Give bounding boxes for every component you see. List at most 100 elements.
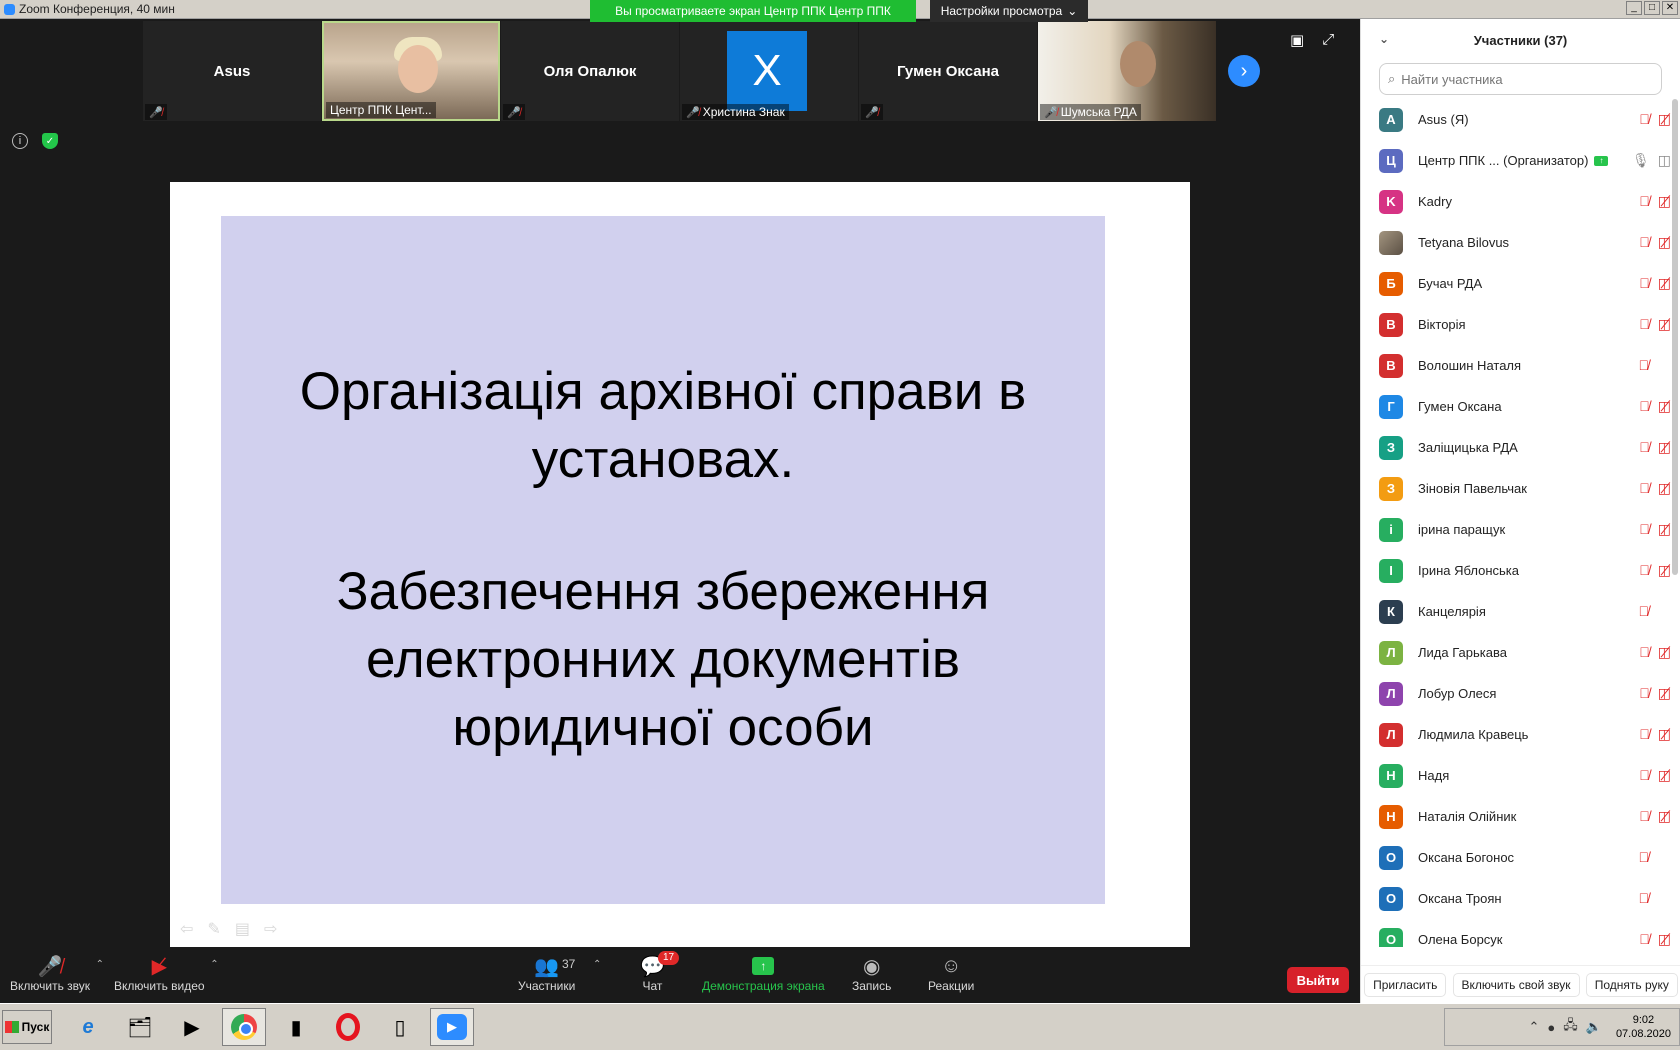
participant-status: 🎙̸ ◫̸: [1639, 685, 1671, 702]
raise-hand-button[interactable]: Поднять руку: [1585, 972, 1678, 997]
opera-icon[interactable]: [326, 1008, 370, 1046]
security-shield-icon[interactable]: ✓: [42, 133, 58, 149]
participant-row[interactable]: О Олена Борсук 🎙̸ ◫̸: [1361, 919, 1673, 947]
participant-row[interactable]: Н Наталія Олійник 🎙̸ ◫̸: [1361, 796, 1673, 837]
meeting-toolbar: 🎤̸ Включить звук ⌃ ▶̸ Включить видео ⌃ 👥…: [0, 947, 1360, 1003]
prev-slide-icon[interactable]: ⇦: [180, 919, 193, 939]
zoom-taskbar-icon[interactable]: ▶: [430, 1008, 474, 1046]
fullscreen-icon[interactable]: ⤢: [1322, 31, 1334, 49]
chat-button[interactable]: 💬 17 Чат: [640, 951, 680, 993]
maximize-button[interactable]: □: [1644, 1, 1660, 15]
participant-row[interactable]: Л Лида Гарькава 🎙̸ ◫̸: [1361, 632, 1673, 673]
collapse-panel-icon[interactable]: ⌄: [1379, 32, 1389, 46]
participant-row[interactable]: О Оксана Богонос 🎙̸: [1361, 837, 1673, 878]
network-icon[interactable]: 🖧: [1563, 1016, 1578, 1038]
mic-muted-icon: 🎙̸: [1638, 890, 1650, 906]
clock[interactable]: 9:02 07.08.2020: [1616, 1013, 1671, 1041]
participant-row[interactable]: Л Людмила Кравець 🎙̸ ◫̸: [1361, 714, 1673, 755]
status-spacer: [1657, 603, 1671, 619]
leave-button[interactable]: Выйти: [1287, 967, 1349, 993]
mic-muted-icon: 🎙̸: [1639, 808, 1650, 824]
search-input[interactable]: [1401, 71, 1661, 87]
file-explorer-icon[interactable]: 🗂: [118, 1008, 162, 1046]
next-page-button[interactable]: ›: [1228, 55, 1260, 87]
avatar: В: [1379, 312, 1403, 337]
participant-row[interactable]: О Оксана Троян 🎙̸: [1361, 878, 1673, 919]
avatar: І: [1379, 558, 1403, 583]
view-settings-label: Настройки просмотра: [940, 4, 1063, 18]
participant-row[interactable]: і ірина паращук 🎙̸ ◫̸: [1361, 509, 1673, 550]
camera-icon: ◫: [1657, 152, 1671, 168]
participant-row[interactable]: Ц Центр ППК ... (Организатор) ↑ 🎙 ◫: [1361, 140, 1673, 181]
video-options-caret[interactable]: ⌃: [210, 959, 218, 970]
participant-row[interactable]: В Волошин Наталя 🎙̸: [1361, 345, 1673, 386]
panel-header: ⌄ Участники (37): [1361, 19, 1680, 61]
view-settings-button[interactable]: Настройки просмотра ⌄: [930, 0, 1088, 22]
document-icon[interactable]: ▯: [378, 1008, 422, 1046]
tile-participant-name: Шумська РДА: [1060, 105, 1137, 119]
tile-label: 🎤̸: [503, 104, 525, 120]
camera-off-icon: ◫̸: [1657, 808, 1671, 824]
tray-expand-icon[interactable]: ⌃: [1528, 1019, 1539, 1035]
video-tile[interactable]: Гумен Оксана 🎤̸: [859, 21, 1037, 121]
participant-row[interactable]: К Канцелярія 🎙̸: [1361, 591, 1673, 632]
internet-explorer-icon[interactable]: e: [66, 1008, 110, 1046]
participant-row[interactable]: В Вікторія 🎙̸ ◫̸: [1361, 304, 1673, 345]
participant-row[interactable]: З Зіновія Павельчак 🎙̸ ◫̸: [1361, 468, 1673, 509]
camera-off-icon: ◫̸: [1657, 398, 1671, 414]
participant-row[interactable]: A Asus (Я) 🎙̸ ◫̸: [1361, 99, 1673, 140]
meeting-info-icons: i ✓: [12, 133, 58, 149]
participant-status: 🎙̸: [1639, 890, 1672, 906]
video-tile[interactable]: Центр ППК Цент...: [322, 21, 500, 121]
camera-off-icon: ◫̸: [1657, 480, 1671, 496]
tray-app-icon[interactable]: ●: [1547, 1020, 1555, 1035]
record-label: Запись: [852, 979, 892, 993]
participant-row[interactable]: І Ірина Яблонська 🎙̸ ◫̸: [1361, 550, 1673, 591]
participants-options-caret[interactable]: ⌃: [593, 959, 601, 970]
next-slide-icon[interactable]: ⇨: [264, 919, 277, 939]
unmute-self-button[interactable]: Включить свой звук: [1452, 972, 1580, 997]
participant-name: Kadry: [1418, 194, 1452, 209]
unmute-button[interactable]: 🎤̸ Включить звук ⌃: [10, 953, 104, 994]
chrome-icon[interactable]: [222, 1008, 266, 1046]
app-icon[interactable]: ▮: [274, 1008, 318, 1046]
panel-scrollbar[interactable]: [1672, 99, 1678, 575]
participant-status: 🎙̸ ◫̸: [1639, 193, 1671, 210]
video-tile[interactable]: Х 🎤̸ Христина Знак: [680, 21, 858, 121]
participant-row[interactable]: Л Лобур Олеся 🎙̸ ◫̸: [1361, 673, 1673, 714]
avatar: Л: [1379, 640, 1403, 665]
start-button[interactable]: Пуск: [2, 1010, 52, 1044]
reactions-button[interactable]: ☺ Реакции: [928, 953, 974, 994]
minimize-button[interactable]: _: [1626, 1, 1642, 15]
participant-row[interactable]: Н Надя 🎙̸ ◫̸: [1361, 755, 1673, 796]
slide-menu-icon[interactable]: ▤: [235, 919, 250, 939]
audio-options-caret[interactable]: ⌃: [96, 959, 104, 970]
participant-row[interactable]: З Заліщицька РДА 🎙̸ ◫̸: [1361, 427, 1673, 468]
pen-icon[interactable]: ✎: [207, 919, 220, 939]
video-tile[interactable]: Asus 🎤̸: [143, 21, 321, 121]
video-tile[interactable]: Оля Опалюк 🎤̸: [501, 21, 679, 121]
avatar: [1379, 230, 1403, 255]
close-button[interactable]: ✕: [1662, 1, 1678, 15]
participant-status: 🎙̸ ◫̸: [1639, 726, 1671, 743]
participant-row[interactable]: Г Гумен Оксана 🎙̸ ◫̸: [1361, 386, 1673, 427]
share-screen-button[interactable]: ↑ Демонстрация экрана: [702, 953, 825, 993]
media-player-icon[interactable]: ▶: [170, 1008, 214, 1046]
participant-row[interactable]: Tetyana Bilovus 🎙̸ ◫̸: [1361, 222, 1673, 263]
participant-row[interactable]: Б Бучач РДА 🎙̸ ◫̸: [1361, 263, 1673, 304]
invite-button[interactable]: Пригласить: [1364, 972, 1447, 997]
info-icon[interactable]: i: [12, 133, 28, 149]
participant-row[interactable]: K Kadry 🎙̸ ◫̸: [1361, 181, 1673, 222]
volume-icon[interactable]: 🔈: [1586, 1019, 1602, 1035]
participant-name: Лида Гарькава: [1418, 645, 1507, 660]
participant-status: 🎙̸ ◫̸: [1639, 316, 1671, 333]
participants-button[interactable]: 👥 37 Участники ⌃: [518, 953, 601, 994]
participant-name: Asus (Я): [1418, 112, 1469, 127]
window-title: Zoom Конференция, 40 мин: [4, 2, 175, 16]
layout-icon[interactable]: ▣: [1290, 31, 1304, 49]
participant-name: ірина паращук: [1418, 522, 1506, 537]
start-video-button[interactable]: ▶̸ Включить видео ⌃: [114, 953, 219, 994]
slide-nav-tools: ⇦ ✎ ▤ ⇨: [180, 919, 277, 939]
record-button[interactable]: ◉ Запись: [852, 953, 892, 994]
video-tile[interactable]: 🎤̸ Шумська РДА: [1038, 21, 1216, 121]
